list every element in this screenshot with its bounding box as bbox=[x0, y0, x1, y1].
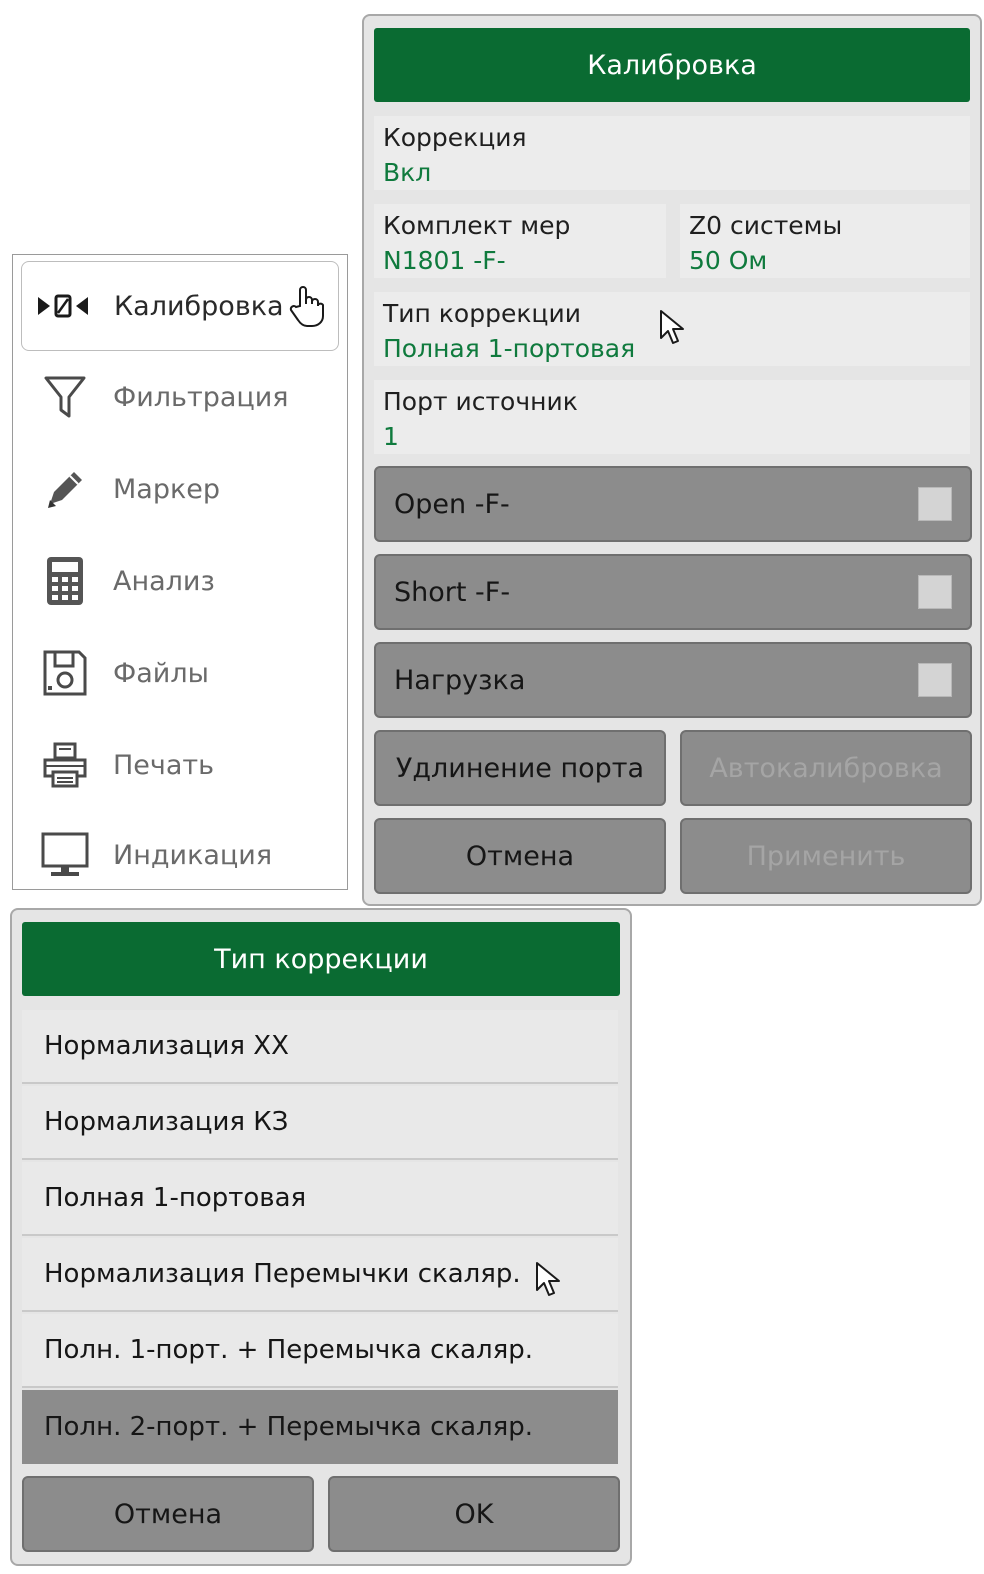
autocalibration-button[interactable]: Автокалибровка bbox=[680, 730, 972, 806]
menu-item-label: Индикация bbox=[113, 839, 273, 871]
menu-item-print[interactable]: Печать bbox=[21, 721, 339, 809]
calibration-icon bbox=[30, 276, 102, 336]
apply-button[interactable]: Применить bbox=[680, 818, 972, 894]
ok-button[interactable]: OK bbox=[328, 1476, 620, 1552]
filter-icon bbox=[29, 367, 101, 427]
port-extension-button[interactable]: Удлинение порта bbox=[374, 730, 666, 806]
open-standard-button[interactable]: Open -F- bbox=[374, 466, 972, 542]
menu-item-calibration[interactable]: Калибровка bbox=[21, 261, 339, 351]
pencil-icon bbox=[29, 459, 101, 519]
floppy-disk-icon bbox=[29, 643, 101, 703]
button-label: Open -F- bbox=[394, 488, 510, 520]
cancel-button[interactable]: Отмена bbox=[22, 1476, 314, 1552]
field-label: Z0 системы bbox=[689, 211, 843, 240]
menu-item-label: Файлы bbox=[113, 657, 209, 689]
menu-item-analysis[interactable]: Анализ bbox=[21, 537, 339, 625]
load-standard-button[interactable]: Нагрузка bbox=[374, 642, 972, 718]
menu-item-files[interactable]: Файлы bbox=[21, 629, 339, 717]
field-value: N1801 -F- bbox=[383, 246, 506, 275]
printer-icon bbox=[29, 735, 101, 795]
menu-item-label: Калибровка bbox=[114, 290, 284, 322]
open-standard-checkbox[interactable] bbox=[918, 487, 952, 521]
calibration-panel: Калибровка Коррекция Вкл Комплект мер N1… bbox=[362, 14, 982, 906]
menu-item-label: Фильтрация bbox=[113, 381, 289, 413]
menu-item-label: Маркер bbox=[113, 473, 221, 505]
short-standard-button[interactable]: Short -F- bbox=[374, 554, 972, 630]
field-value: 50 Ом bbox=[689, 246, 768, 275]
arrow-cursor-icon bbox=[534, 1260, 564, 1304]
panel-title: Калибровка bbox=[374, 28, 970, 102]
button-label: Нагрузка bbox=[394, 664, 526, 696]
side-menu: Калибровка Фильтрация Маркер Анализ Файл… bbox=[12, 254, 348, 890]
source-port-field[interactable]: Порт источник 1 bbox=[374, 380, 970, 454]
monitor-icon bbox=[29, 825, 101, 885]
z0-field[interactable]: Z0 системы 50 Ом bbox=[680, 204, 970, 278]
cal-kit-field[interactable]: Комплект мер N1801 -F- bbox=[374, 204, 666, 278]
correction-option[interactable]: Нормализация КЗ bbox=[22, 1086, 618, 1160]
cancel-button[interactable]: Отмена bbox=[374, 818, 666, 894]
correction-option[interactable]: Полн. 1-порт. + Перемычка скаляр. bbox=[22, 1314, 618, 1388]
field-value: 1 bbox=[383, 422, 399, 451]
correction-field[interactable]: Коррекция Вкл bbox=[374, 116, 970, 190]
menu-item-label: Анализ bbox=[113, 565, 215, 597]
menu-item-label: Печать bbox=[113, 749, 215, 781]
panel-title: Тип коррекции bbox=[22, 922, 620, 996]
field-value: Вкл bbox=[383, 158, 432, 187]
button-label: Short -F- bbox=[394, 576, 511, 608]
calculator-icon bbox=[29, 551, 101, 611]
short-standard-checkbox[interactable] bbox=[918, 575, 952, 609]
correction-option[interactable]: Нормализация Перемычки скаляр. bbox=[22, 1238, 618, 1312]
menu-item-marker[interactable]: Маркер bbox=[21, 445, 339, 533]
correction-type-panel: Тип коррекции Нормализация ХХ Нормализац… bbox=[10, 908, 632, 1566]
hand-cursor-icon bbox=[288, 284, 324, 335]
load-standard-checkbox[interactable] bbox=[918, 663, 952, 697]
field-label: Коррекция bbox=[383, 123, 527, 152]
field-label: Комплект мер bbox=[383, 211, 571, 240]
correction-option-selected[interactable]: Полн. 2-порт. + Перемычка скаляр. bbox=[22, 1390, 618, 1464]
arrow-cursor-icon bbox=[658, 308, 688, 352]
correction-option[interactable]: Нормализация ХХ bbox=[22, 1010, 618, 1084]
menu-item-filter[interactable]: Фильтрация bbox=[21, 353, 339, 441]
correction-option[interactable]: Полная 1-портовая bbox=[22, 1162, 618, 1236]
menu-item-display[interactable]: Индикация bbox=[21, 811, 339, 899]
field-label: Порт источник bbox=[383, 387, 578, 416]
